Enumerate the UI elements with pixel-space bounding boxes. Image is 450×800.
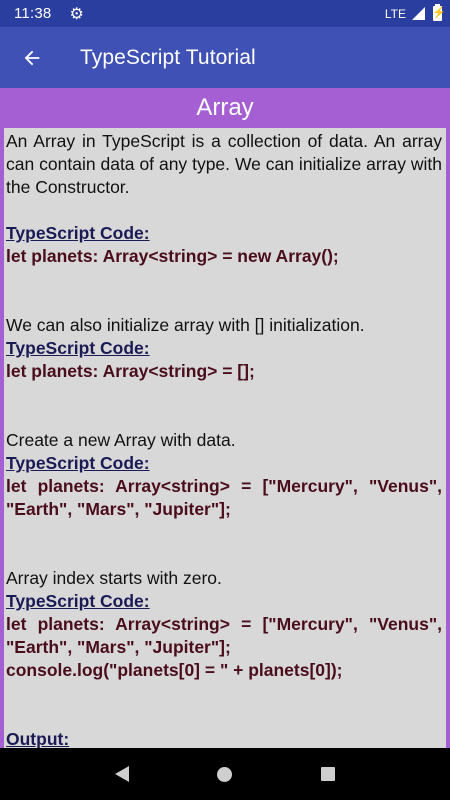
paragraph: We can also initialize array with [] ini…: [6, 315, 365, 335]
home-icon: [217, 766, 233, 782]
status-bar: 11:38 ⚙ LTE: [0, 0, 450, 27]
content-frame: An Array in TypeScript is a collection o…: [0, 128, 450, 748]
section-title: Array: [0, 88, 450, 128]
code-label: TypeScript Code:: [6, 223, 150, 243]
tutorial-content[interactable]: An Array in TypeScript is a collection o…: [4, 128, 446, 748]
app-title: TypeScript Tutorial: [80, 45, 256, 69]
code-label: TypeScript Code:: [6, 453, 150, 473]
signal-icon: [412, 7, 425, 20]
code-label: TypeScript Code:: [6, 591, 150, 611]
code-block: let planets: Array<string> = ["Mercury",…: [6, 614, 442, 657]
battery-charging-icon: [432, 4, 446, 21]
intro-paragraph: An Array in TypeScript is a collection o…: [6, 131, 442, 197]
paragraph: Create a new Array with data.: [6, 430, 236, 450]
nav-back-button[interactable]: [102, 754, 142, 794]
recents-icon: [321, 767, 336, 781]
paragraph: Array index starts with zero.: [6, 568, 222, 588]
gear-icon: ⚙: [69, 5, 84, 23]
code-block: let planets: Array<string> = ["Mercury",…: [6, 476, 442, 519]
nav-recents-button[interactable]: [308, 754, 348, 794]
output-label: Output:: [6, 729, 70, 748]
back-icon: [114, 766, 129, 782]
app-bar: TypeScript Tutorial: [0, 27, 450, 88]
code-block: let planets: Array<string> = [];: [6, 361, 255, 381]
nav-home-button[interactable]: [205, 754, 245, 794]
code-block: let planets: Array<string> = new Array()…: [6, 246, 339, 266]
arrow-back-icon: [24, 50, 40, 65]
status-icons: LTE: [384, 4, 446, 21]
network-label: LTE: [384, 6, 406, 21]
code-block: console.log("planets[0] = " + planets[0]…: [6, 660, 343, 680]
code-label: TypeScript Code:: [6, 338, 150, 358]
back-button[interactable]: [4, 30, 60, 86]
status-time: 11:38: [14, 5, 52, 22]
navigation-bar: [0, 748, 450, 800]
